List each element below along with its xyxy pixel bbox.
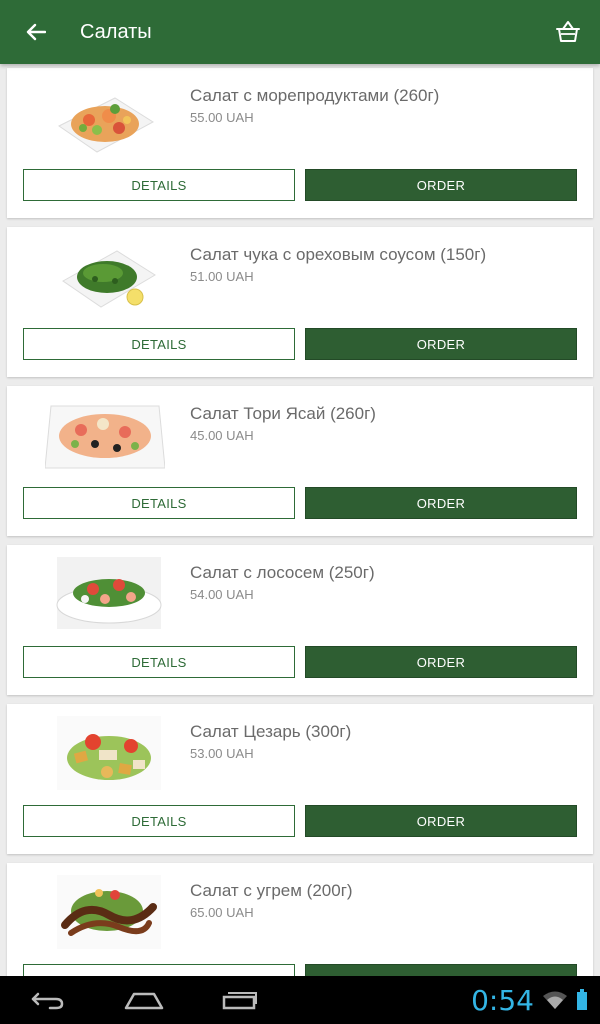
list-item[interactable]: Салат с угрем (200г) 65.00 UAH DETAILS O… bbox=[7, 863, 593, 976]
list-item[interactable]: Салат с лососем (250г) 54.00 UAH DETAILS… bbox=[7, 545, 593, 695]
recent-apps-icon bbox=[222, 992, 257, 1010]
item-price: 55.00 UAH bbox=[190, 110, 254, 125]
details-button[interactable]: DETAILS bbox=[23, 964, 295, 976]
details-button[interactable]: DETAILS bbox=[23, 328, 295, 360]
back-button[interactable] bbox=[0, 0, 72, 64]
nav-recent-apps-button[interactable] bbox=[192, 976, 288, 1024]
battery-icon bbox=[577, 989, 587, 1010]
item-price: 45.00 UAH bbox=[190, 428, 254, 443]
nav-home-button[interactable] bbox=[96, 976, 192, 1024]
item-price: 65.00 UAH bbox=[190, 905, 254, 920]
seafood-salad-image bbox=[58, 97, 154, 153]
page-title: Салаты bbox=[80, 20, 152, 43]
salmon-salad-image bbox=[56, 557, 162, 629]
list-item[interactable]: Салат Тори Ясай (260г) 45.00 UAH DETAILS… bbox=[7, 386, 593, 536]
clock: 0:54 bbox=[471, 983, 534, 1017]
item-name: Салат Тори Ясай (260г) bbox=[190, 404, 376, 423]
order-button[interactable]: ORDER bbox=[305, 169, 577, 201]
chuka-salad-image bbox=[62, 250, 156, 308]
cart-button[interactable] bbox=[536, 0, 600, 64]
details-button[interactable]: DETAILS bbox=[23, 805, 295, 837]
list-item[interactable]: Салат с морепродуктами (260г) 55.00 UAH … bbox=[7, 68, 593, 218]
order-button[interactable]: ORDER bbox=[305, 487, 577, 519]
item-price: 51.00 UAH bbox=[190, 269, 254, 284]
eel-salad-image bbox=[57, 875, 161, 949]
list-item[interactable]: Салат чука с ореховым соусом (150г) 51.0… bbox=[7, 227, 593, 377]
status-area: 0:54 bbox=[471, 976, 588, 1024]
order-button[interactable]: ORDER bbox=[305, 646, 577, 678]
app-bar: Салаты bbox=[0, 0, 600, 64]
tori-yasai-salad-image bbox=[45, 405, 165, 469]
item-name: Салат чука с ореховым соусом (150г) bbox=[190, 245, 487, 264]
nav-back-button[interactable] bbox=[0, 976, 96, 1024]
list-item[interactable]: Салат Цезарь (300г) 53.00 UAH DETAILS OR… bbox=[7, 704, 593, 854]
item-price: 54.00 UAH bbox=[190, 587, 254, 602]
item-name: Салат с лососем (250г) bbox=[190, 563, 375, 582]
order-button[interactable]: ORDER bbox=[305, 805, 577, 837]
order-button[interactable]: ORDER bbox=[305, 328, 577, 360]
item-name: Салат с угрем (200г) bbox=[190, 881, 353, 900]
home-icon bbox=[124, 992, 164, 1010]
back-icon bbox=[31, 992, 64, 1010]
item-price: 53.00 UAH bbox=[190, 746, 254, 761]
details-button[interactable]: DETAILS bbox=[23, 646, 295, 678]
system-navigation-bar: 0:54 bbox=[0, 976, 600, 1024]
caesar-salad-image bbox=[57, 716, 161, 790]
details-button[interactable]: DETAILS bbox=[23, 487, 295, 519]
details-button[interactable]: DETAILS bbox=[23, 169, 295, 201]
item-name: Салат с морепродуктами (260г) bbox=[190, 86, 440, 105]
wifi-icon bbox=[543, 991, 567, 1009]
basket-icon bbox=[556, 21, 580, 42]
item-name: Салат Цезарь (300г) bbox=[190, 722, 352, 741]
order-button[interactable]: ORDER bbox=[305, 964, 577, 976]
menu-list[interactable]: Салат с морепродуктами (260г) 55.00 UAH … bbox=[0, 64, 600, 976]
arrow-left-icon bbox=[26, 23, 46, 41]
